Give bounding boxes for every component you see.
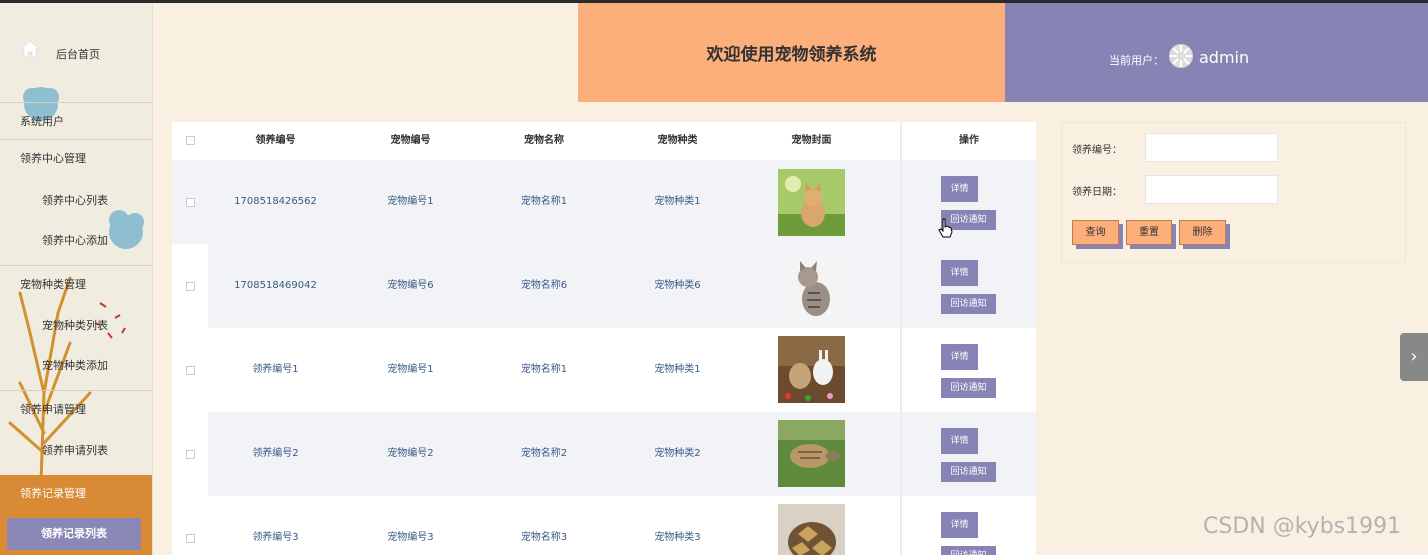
notify-button[interactable]: 回访通知 — [941, 546, 996, 555]
sidebar-item-label: 领养记录列表 — [41, 527, 107, 540]
detail-button[interactable]: 详情 — [941, 428, 978, 454]
cell-adopt-no: 1708518426562 — [234, 196, 317, 207]
current-user-label: 当前用户： — [1109, 54, 1164, 67]
cell-pet-no: 宠物编号2 — [387, 448, 434, 459]
cell-adopt-no: 领养编号3 — [252, 532, 299, 543]
cell-pet-no: 宠物编号1 — [387, 196, 434, 207]
sidebar-item-adopt-apply-list[interactable]: 领养申请列表 — [0, 433, 152, 469]
sidebar-item-pet-type-list[interactable]: 宠物种类列表 — [0, 308, 152, 344]
row-checkbox[interactable] — [186, 450, 195, 459]
table-row: 领养编号2 宠物编号2 宠物名称2 宠物种类2 详情 回访通知 — [172, 412, 1036, 496]
current-username[interactable]: admin — [1199, 48, 1249, 67]
cell-pet-type: 宠物种类6 — [654, 280, 701, 291]
operation-column-divider — [900, 122, 902, 555]
header-checkbox-cell — [172, 122, 208, 160]
adopt-no-label: 领养编号： — [1072, 145, 1122, 156]
row-checkbox[interactable] — [186, 282, 195, 291]
cell-pet-no: 宠物编号3 — [387, 532, 434, 543]
sidebar-item-label: 宠物种类列表 — [42, 319, 108, 332]
query-button[interactable]: 查询 — [1072, 220, 1119, 245]
column-header-pet-name[interactable]: 宠物名称 — [478, 122, 610, 160]
select-all-checkbox[interactable] — [186, 136, 195, 145]
page-title-text: 欢迎使用宠物领养系统 — [706, 45, 877, 65]
table-row: 领养编号1 宠物编号1 宠物名称1 宠物种类1 详情 回访通知 — [172, 328, 1036, 412]
cell-adopt-no: 1708518469042 — [234, 280, 317, 291]
sidebar-item-pet-type-add[interactable]: 宠物种类添加 — [0, 348, 152, 384]
detail-button[interactable]: 详情 — [941, 176, 978, 202]
adopt-record-table: 领养编号 宠物编号 宠物名称 宠物种类 宠物封面 操作 170851842656… — [172, 122, 1036, 555]
sidebar-item-adopt-record-list[interactable]: 领养记录列表 — [7, 518, 141, 550]
row-checkbox[interactable] — [186, 366, 195, 375]
sidebar: 后台首页 系统用户 领养中心管理 领养中心列表 领养中心添加 宠物种类管理 宠物… — [0, 3, 153, 555]
column-header-adopt-no[interactable]: 领养编号 — [208, 122, 343, 160]
chevron-right-icon[interactable]: › — [1400, 333, 1428, 381]
pet-cover-tortoise-image[interactable] — [778, 504, 845, 555]
sidebar-group-pet-type[interactable]: 宠物种类管理 — [0, 265, 152, 303]
sidebar-item-label: 领养申请列表 — [42, 444, 108, 457]
table-row: 领养编号3 宠物编号3 宠物名称3 宠物种类3 详情 回访通知 — [172, 496, 1036, 555]
cell-pet-no: 宠物编号6 — [387, 280, 434, 291]
table-row: 1708518469042 宠物编号6 宠物名称6 宠物种类6 详情 回访通知 — [172, 244, 1036, 328]
cell-pet-name: 宠物名称6 — [520, 280, 568, 291]
reset-button[interactable]: 重置 — [1126, 220, 1172, 245]
detail-button[interactable]: 详情 — [941, 512, 978, 538]
header-user: 当前用户： admin — [1005, 3, 1428, 102]
watermark: CSDN @kybs1991 — [1203, 514, 1402, 539]
cell-pet-name: 宠物名称1 — [520, 196, 568, 207]
row-checkbox[interactable] — [186, 198, 195, 207]
cell-pet-no: 宠物编号1 — [387, 364, 434, 375]
detail-button[interactable]: 详情 — [941, 260, 978, 286]
sidebar-item-adopt-center-add[interactable]: 领养中心添加 — [0, 223, 152, 259]
loading-avatar-icon — [1169, 44, 1193, 68]
cell-pet-type: 宠物种类2 — [654, 448, 701, 459]
sidebar-group-adopt-center[interactable]: 领养中心管理 — [0, 140, 152, 178]
top-border — [0, 0, 1428, 3]
sidebar-item-label: 宠物种类管理 — [20, 278, 86, 291]
hand-cursor-icon — [938, 218, 953, 238]
sidebar-item-label: 领养中心列表 — [42, 194, 108, 207]
adopt-date-label: 领养日期： — [1072, 187, 1122, 198]
sidebar-item-label: 领养中心管理 — [20, 152, 86, 165]
sidebar-item-label: 宠物种类添加 — [42, 359, 108, 372]
sidebar-item-label: 领养中心添加 — [42, 234, 108, 247]
sidebar-item-system-users[interactable]: 系统用户 — [0, 103, 152, 140]
adopt-date-input[interactable] — [1145, 175, 1278, 204]
pet-cover-cat-image[interactable] — [778, 253, 845, 320]
adopt-no-input[interactable] — [1145, 133, 1278, 162]
cell-pet-name: 宠物名称2 — [520, 448, 568, 459]
cell-pet-name: 宠物名称1 — [520, 364, 568, 375]
column-header-pet-no[interactable]: 宠物编号 — [343, 122, 478, 160]
detail-button[interactable]: 详情 — [941, 344, 978, 370]
column-header-pet-cover: 宠物封面 — [791, 135, 832, 146]
notify-button[interactable]: 回访通知 — [941, 462, 996, 482]
home-icon — [20, 40, 40, 58]
pet-cover-rabbits-image[interactable] — [778, 336, 845, 403]
sidebar-group-adopt-apply[interactable]: 领养申请管理 — [0, 390, 152, 428]
cell-pet-type: 宠物种类3 — [654, 532, 701, 543]
pet-cover-kitten-image[interactable] — [778, 169, 845, 236]
notify-button[interactable]: 回访通知 — [941, 378, 996, 398]
sidebar-item-label: 系统用户 — [20, 115, 64, 128]
table-row: 1708518426562 宠物编号1 宠物名称1 宠物种类1 详情 回访通知 — [172, 160, 1036, 244]
search-panel: 领养编号： 领养日期： 查询 重置 删除 — [1061, 122, 1406, 263]
pet-cover-turtle-image[interactable] — [778, 420, 845, 487]
delete-button[interactable]: 删除 — [1179, 220, 1226, 245]
cell-pet-type: 宠物种类1 — [654, 196, 701, 207]
header-left — [153, 3, 578, 102]
cell-adopt-no: 领养编号1 — [252, 364, 299, 375]
sidebar-item-label: 领养申请管理 — [20, 403, 86, 416]
row-checkbox[interactable] — [186, 534, 195, 543]
notify-button[interactable]: 回访通知 — [941, 294, 996, 314]
cell-pet-name: 宠物名称3 — [520, 532, 568, 543]
page-title: 欢迎使用宠物领养系统 — [578, 3, 1005, 102]
column-header-operation: 操作 — [959, 135, 979, 146]
sidebar-item-label: 领养记录管理 — [20, 487, 86, 500]
sidebar-home[interactable]: 后台首页 — [0, 3, 152, 103]
sidebar-item-adopt-center-list[interactable]: 领养中心列表 — [0, 183, 152, 219]
cell-adopt-no: 领养编号2 — [252, 448, 299, 459]
cell-pet-type: 宠物种类1 — [654, 364, 701, 375]
sidebar-home-label: 后台首页 — [56, 48, 100, 61]
column-header-pet-type[interactable]: 宠物种类 — [610, 122, 745, 160]
